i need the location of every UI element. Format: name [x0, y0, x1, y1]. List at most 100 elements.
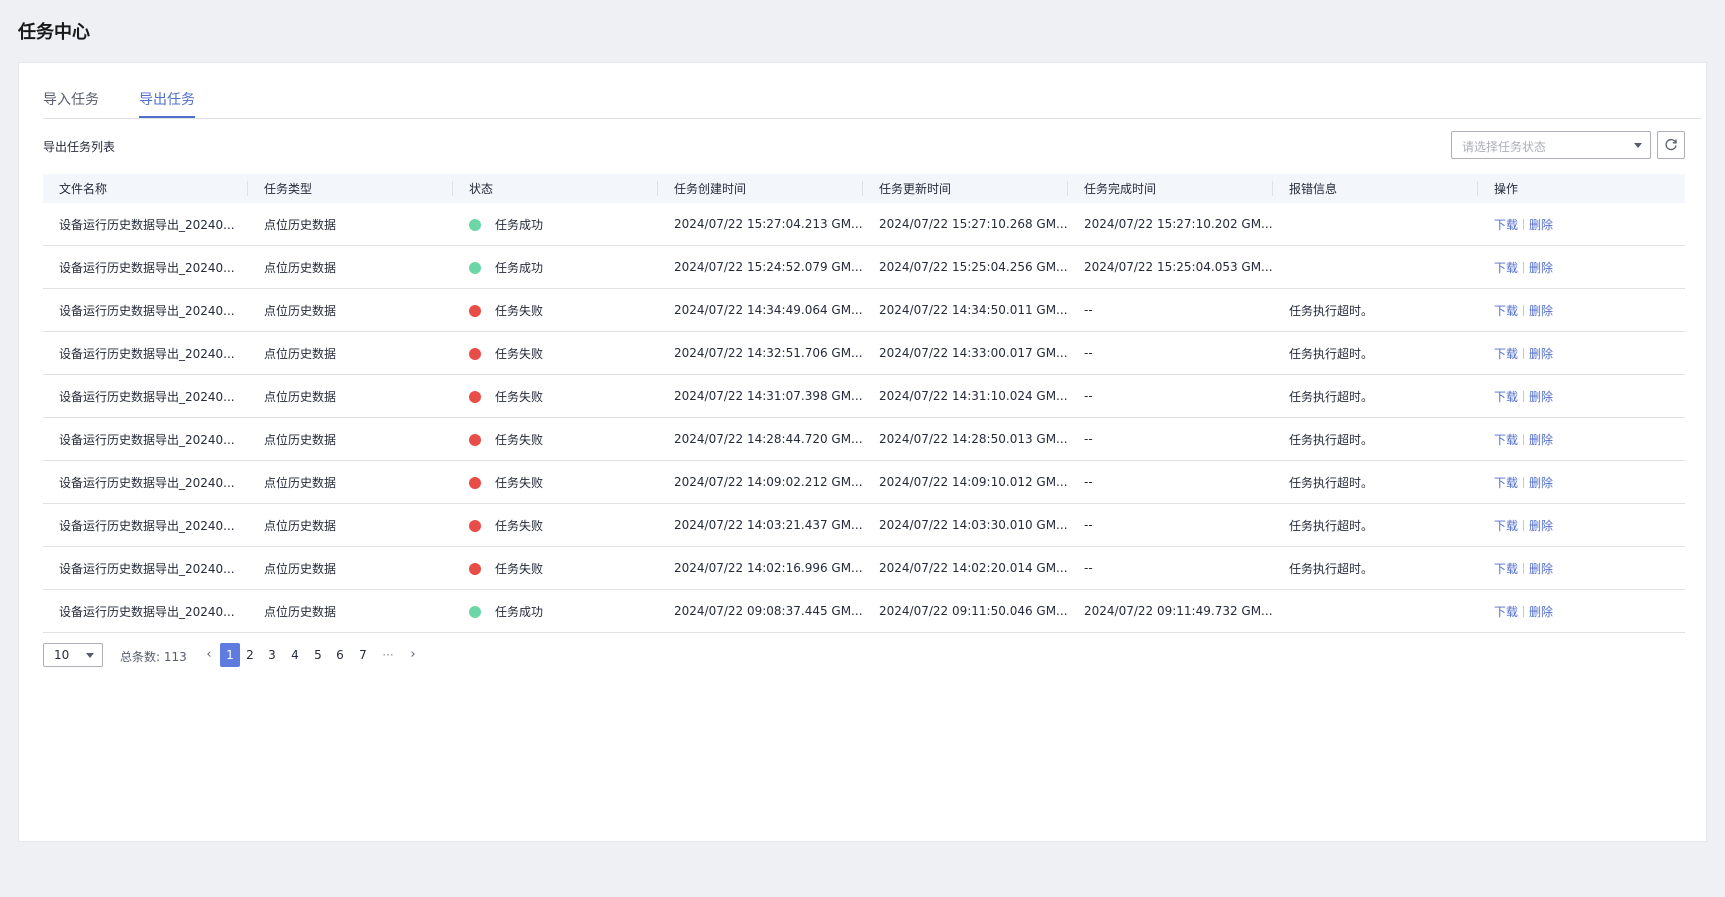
file-name-cell: 设备运行历史数据导出_20240... — [43, 589, 248, 633]
download-link[interactable]: 下载 — [1494, 390, 1518, 404]
delete-link[interactable]: 删除 — [1529, 390, 1553, 404]
download-link[interactable]: 下载 — [1494, 304, 1518, 318]
error-info-cell: 任务执行超时。 — [1273, 546, 1478, 590]
download-link[interactable]: 下载 — [1494, 476, 1518, 490]
table-row: 设备运行历史数据导出_20240... 点位历史数据 任务失败 2024/07/22 … — [43, 374, 1685, 418]
finished-time-cell: -- — [1068, 546, 1273, 590]
tab-bar: 导入任务 导出任务 — [43, 63, 1702, 119]
file-name-cell: 设备运行历史数据导出_20240... — [43, 203, 248, 246]
delete-link[interactable]: 删除 — [1529, 433, 1553, 447]
download-link[interactable]: 下载 — [1494, 347, 1518, 361]
action-divider — [1523, 433, 1525, 445]
task-type-cell: 点位历史数据 — [248, 503, 453, 547]
download-link[interactable]: 下载 — [1494, 562, 1518, 576]
created-time-cell: 2024/07/22 09:08:37.445 GM... — [658, 589, 863, 633]
refresh-button[interactable] — [1657, 131, 1685, 159]
download-link[interactable]: 下载 — [1494, 433, 1518, 447]
status-text: 任务失败 — [495, 475, 544, 490]
status-text: 任务失败 — [495, 346, 544, 361]
updated-time-cell: 2024/07/22 09:11:50.046 GM... — [863, 589, 1068, 633]
page-number-3[interactable]: 3 — [265, 643, 279, 667]
finished-time-cell: -- — [1068, 374, 1273, 418]
page-number-7[interactable]: 7 — [356, 643, 370, 667]
column-header-created-time: 任务创建时间 — [658, 174, 863, 203]
finished-time-cell: 2024/07/22 15:27:10.202 GM... — [1068, 203, 1273, 246]
page-number-2[interactable]: 2 — [243, 643, 257, 667]
created-time-cell: 2024/07/22 15:27:04.213 GM... — [658, 203, 863, 246]
status-filter-select[interactable]: 请选择任务状态 — [1451, 131, 1651, 159]
delete-link[interactable]: 删除 — [1529, 562, 1553, 576]
page-ellipsis[interactable]: ··· — [379, 643, 397, 667]
status-text: 任务失败 — [495, 389, 544, 404]
download-link[interactable]: 下载 — [1494, 218, 1518, 232]
action-divider — [1523, 261, 1525, 273]
created-time-cell: 2024/07/22 14:09:02.212 GM... — [658, 460, 863, 504]
page-size-value: 10 — [54, 648, 70, 662]
updated-time-cell: 2024/07/22 15:27:10.268 GM... — [863, 203, 1068, 246]
file-name-cell: 设备运行历史数据导出_20240... — [43, 417, 248, 461]
action-divider — [1523, 562, 1525, 574]
delete-link[interactable]: 删除 — [1529, 347, 1553, 361]
delete-link[interactable]: 删除 — [1529, 476, 1553, 490]
page-number-6[interactable]: 6 — [333, 643, 347, 667]
created-time-cell: 2024/07/22 14:31:07.398 GM... — [658, 374, 863, 418]
status-text: 任务失败 — [495, 303, 544, 318]
table-row: 设备运行历史数据导出_20240... 点位历史数据 任务失败 2024/07/22 … — [43, 288, 1685, 332]
created-time-cell: 2024/07/22 14:02:16.996 GM... — [658, 546, 863, 590]
table-row: 设备运行历史数据导出_20240... 点位历史数据 任务失败 2024/07/22 … — [43, 503, 1685, 547]
page-number-4[interactable]: 4 — [288, 643, 302, 667]
action-divider — [1523, 605, 1525, 617]
tab-import-tasks[interactable]: 导入任务 — [43, 89, 99, 117]
delete-link[interactable]: 删除 — [1529, 519, 1553, 533]
error-info-cell — [1273, 589, 1478, 633]
action-divider — [1523, 347, 1525, 359]
column-header-actions: 操作 — [1478, 174, 1685, 203]
action-divider — [1523, 476, 1525, 488]
chevron-left-icon[interactable]: ‹ — [203, 643, 215, 667]
error-info-cell: 任务执行超时。 — [1273, 331, 1478, 375]
error-info-cell: 任务执行超时。 — [1273, 460, 1478, 504]
task-type-cell: 点位历史数据 — [248, 331, 453, 375]
error-info-cell: 任务执行超时。 — [1273, 374, 1478, 418]
file-name-cell: 设备运行历史数据导出_20240... — [43, 331, 248, 375]
page-size-select[interactable]: 10 — [43, 643, 103, 667]
updated-time-cell: 2024/07/22 15:25:04.256 GM... — [863, 245, 1068, 289]
finished-time-cell: 2024/07/22 09:11:49.732 GM... — [1068, 589, 1273, 633]
download-link[interactable]: 下载 — [1494, 605, 1518, 619]
page-number-5[interactable]: 5 — [311, 643, 325, 667]
task-type-cell: 点位历史数据 — [248, 203, 453, 246]
table-row: 设备运行历史数据导出_20240... 点位历史数据 任务失败 2024/07/22 … — [43, 417, 1685, 461]
status-filter-placeholder: 请选择任务状态 — [1462, 140, 1547, 154]
chevron-down-icon — [86, 653, 94, 658]
task-type-cell: 点位历史数据 — [248, 245, 453, 289]
finished-time-cell: -- — [1068, 288, 1273, 332]
delete-link[interactable]: 删除 — [1529, 261, 1553, 275]
actions-cell: 下载 删除 — [1478, 245, 1685, 289]
task-panel: 导入任务 导出任务 导出任务列表 请选择任务状态 文件名称 任务类型 状态 任务… — [18, 62, 1707, 842]
status-cell: 任务失败 — [453, 546, 658, 590]
action-divider — [1523, 304, 1525, 316]
delete-link[interactable]: 删除 — [1529, 605, 1553, 619]
status-text: 任务成功 — [495, 260, 544, 275]
failure-dot-icon — [469, 304, 481, 317]
task-type-cell: 点位历史数据 — [248, 589, 453, 633]
updated-time-cell: 2024/07/22 14:09:10.012 GM... — [863, 460, 1068, 504]
updated-time-cell: 2024/07/22 14:03:30.010 GM... — [863, 503, 1068, 547]
error-info-cell — [1273, 203, 1478, 246]
chevron-right-icon[interactable]: › — [407, 643, 419, 667]
page-number-1[interactable]: 1 — [220, 643, 240, 667]
download-link[interactable]: 下载 — [1494, 519, 1518, 533]
export-task-table: 文件名称 任务类型 状态 任务创建时间 任务更新时间 任务完成时间 报错信息 操… — [43, 174, 1685, 633]
total-count: 总条数: 113 — [120, 650, 187, 664]
created-time-cell: 2024/07/22 14:03:21.437 GM... — [658, 503, 863, 547]
download-link[interactable]: 下载 — [1494, 261, 1518, 275]
delete-link[interactable]: 删除 — [1529, 304, 1553, 318]
column-header-error-info: 报错信息 — [1273, 174, 1478, 203]
action-divider — [1523, 519, 1525, 531]
column-header-task-type: 任务类型 — [248, 174, 453, 203]
delete-link[interactable]: 删除 — [1529, 218, 1553, 232]
file-name-cell: 设备运行历史数据导出_20240... — [43, 288, 248, 332]
tab-export-tasks[interactable]: 导出任务 — [139, 89, 195, 118]
actions-cell: 下载 删除 — [1478, 374, 1685, 418]
table-row: 设备运行历史数据导出_20240... 点位历史数据 任务成功 2024/07/22 … — [43, 245, 1685, 289]
